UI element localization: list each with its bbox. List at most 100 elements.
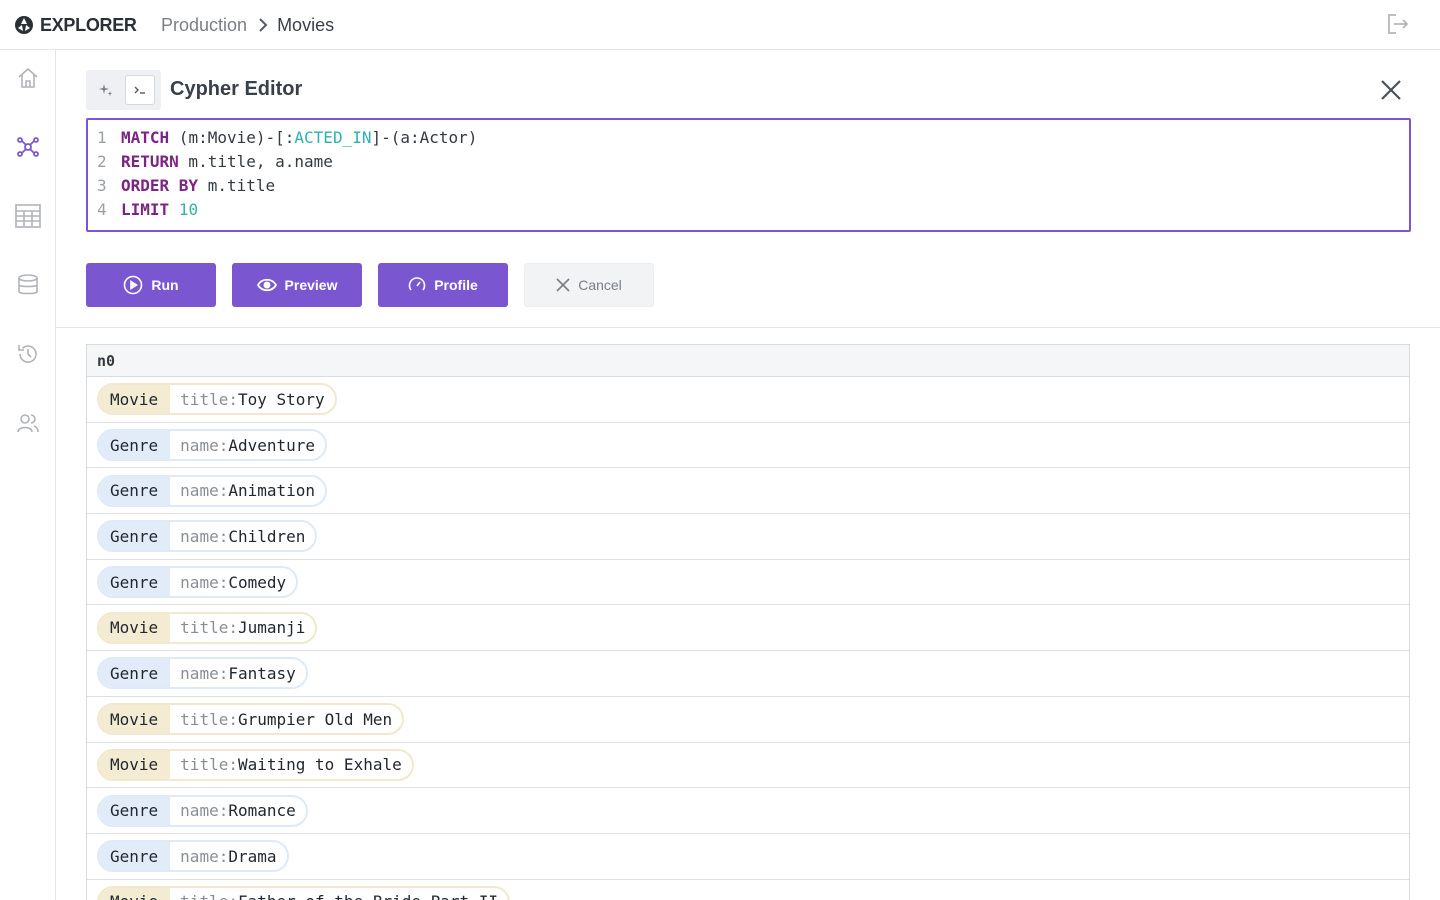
breadcrumb: Production Movies xyxy=(161,13,334,37)
chevron-right-icon xyxy=(258,17,268,33)
line-number: 2 xyxy=(97,152,107,171)
code-token-kw: MATCH xyxy=(121,128,170,147)
node-label: Genre xyxy=(99,568,171,597)
node-chip[interactable]: Genre name: Drama xyxy=(97,840,289,873)
code-token-plain: m.title xyxy=(198,176,276,195)
code-token-kw: ORDER BY xyxy=(121,176,199,195)
cancel-button[interactable]: Cancel xyxy=(524,263,654,307)
profile-button-label: Profile xyxy=(434,277,478,293)
node-property: title: Grumpier Old Men xyxy=(170,710,402,729)
sparkle-icon xyxy=(99,84,113,96)
eye-icon xyxy=(256,278,277,292)
code-token-num: 10 xyxy=(178,200,199,219)
node-chip[interactable]: Genre name: Fantasy xyxy=(97,657,308,690)
cypher-code-editor[interactable]: 1 MATCH (m:Movie)-[: ACTED_IN]-(a:Actor) 2 R… xyxy=(86,118,1411,232)
table-row[interactable]: Movietitle:Father of the Bride Part II xyxy=(87,880,1409,900)
cancel-button-label: Cancel xyxy=(578,277,622,293)
run-button[interactable]: Run xyxy=(86,263,216,307)
cypher-mode-button[interactable] xyxy=(125,75,155,105)
code-token-plain: (m:Movie)-[: xyxy=(169,128,295,147)
node-property: name: Comedy xyxy=(170,573,296,592)
code-line[interactable]: 4 LIMIT 10 xyxy=(88,198,1409,222)
node-label: Movie xyxy=(99,613,171,642)
node-chip[interactable]: Genre name: Romance xyxy=(97,794,308,827)
home-icon[interactable] xyxy=(14,64,42,92)
property-key: title: xyxy=(180,709,238,729)
node-chip[interactable]: Movie title: Grumpier Old Men xyxy=(97,703,405,736)
graph-icon[interactable] xyxy=(14,133,42,161)
property-value: Grumpier Old Men xyxy=(237,709,393,729)
node-label: Genre xyxy=(99,659,171,688)
logout-icon[interactable] xyxy=(1385,11,1411,37)
code-token-plain: ]-(a:Actor) xyxy=(371,128,478,147)
code-line[interactable]: 3 ORDER BY m.title xyxy=(88,174,1409,198)
property-value: Waiting to Exhale xyxy=(237,755,402,775)
code-line[interactable]: 1 MATCH (m:Movie)-[: ACTED_IN]-(a:Actor) xyxy=(88,126,1409,150)
property-key: name: xyxy=(180,526,229,546)
node-property: name: Romance xyxy=(170,801,306,820)
results-rows: Movie title: Toy Story Genre name: Adventure G… xyxy=(87,377,1409,900)
node-chip[interactable]: Genre name: Children xyxy=(97,520,318,553)
node-chip[interactable]: Movie title: Toy Story xyxy=(97,383,337,416)
top-bar: EXPLORER Production Movies xyxy=(0,0,1440,50)
node-chip[interactable]: Genre name: Comedy xyxy=(97,566,299,599)
property-value: Children xyxy=(228,526,306,546)
property-key: name: xyxy=(180,435,229,455)
node-label: Movie xyxy=(99,887,171,900)
results-column-header: n0 xyxy=(87,345,1409,377)
table-row[interactable]: Genre name: Fantasy xyxy=(87,651,1409,697)
line-number: 3 xyxy=(97,176,107,195)
code-token-typ: ACTED_IN xyxy=(294,128,372,147)
node-chip[interactable]: Movie title: Waiting to Exhale xyxy=(97,748,414,781)
property-key: title: xyxy=(180,755,238,775)
results-table: n0 Movie title: Toy Story Genre name: Adventu… xyxy=(86,344,1410,900)
table-row[interactable]: Genre name: Comedy xyxy=(87,560,1409,606)
node-label: Genre xyxy=(99,476,171,505)
node-chip[interactable]: Genre name: Adventure xyxy=(97,429,328,462)
property-key: title: xyxy=(180,389,238,409)
node-property: name: Fantasy xyxy=(170,664,306,683)
close-icon[interactable] xyxy=(1378,77,1404,103)
ai-mode-button[interactable] xyxy=(91,75,121,105)
table-row[interactable]: Genre name: Animation xyxy=(87,468,1409,515)
node-chip[interactable]: Movietitle:Father of the Bride Part II xyxy=(97,885,511,900)
node-property: title:Father of the Bride Part II xyxy=(170,892,508,900)
database-icon[interactable] xyxy=(14,271,42,299)
run-button-label: Run xyxy=(151,277,179,293)
table-row[interactable]: Movie title: Grumpier Old Men xyxy=(87,697,1409,743)
code-token-kw: RETURN xyxy=(121,152,179,171)
table-row[interactable]: Movie title: Jumanji xyxy=(87,605,1409,652)
app-logo[interactable]: EXPLORER xyxy=(14,13,137,37)
property-key: name: xyxy=(180,663,229,683)
line-number: 1 xyxy=(97,128,107,147)
preview-button[interactable]: Preview xyxy=(232,263,362,307)
node-chip[interactable]: Movie title: Jumanji xyxy=(97,611,318,644)
code-token-kw: LIMIT xyxy=(121,200,170,219)
cypher-editor-panel: Cypher Editor 1 MATCH (m:Movie)-[: ACTED_I… xyxy=(56,50,1440,328)
table-row[interactable]: Genre name: Adventure xyxy=(87,423,1409,469)
code-line[interactable]: 2 RETURN m.title, a.name xyxy=(88,150,1409,174)
property-value: Comedy xyxy=(228,572,287,592)
table-row[interactable]: Movie title: Toy Story xyxy=(87,377,1409,423)
node-property: title: Waiting to Exhale xyxy=(170,755,412,774)
table-row[interactable]: Genre name: Children xyxy=(87,514,1409,560)
node-label: Movie xyxy=(99,750,171,779)
table-row[interactable]: Movie title: Waiting to Exhale xyxy=(87,743,1409,789)
sidebar xyxy=(0,50,56,900)
table-row[interactable]: Genre name: Drama xyxy=(87,834,1409,880)
breadcrumb-current: Movies xyxy=(277,14,335,35)
table-icon[interactable] xyxy=(14,202,42,230)
node-property: title: Jumanji xyxy=(170,618,315,637)
table-row[interactable]: Genre name: Romance xyxy=(87,788,1409,834)
history-icon[interactable] xyxy=(14,340,42,368)
node-chip[interactable]: Genre name: Animation xyxy=(97,474,328,507)
gauge-icon xyxy=(408,277,426,291)
property-key: title: xyxy=(180,618,238,638)
node-label: Genre xyxy=(99,796,171,825)
breadcrumb-parent[interactable]: Production xyxy=(161,15,247,36)
close-small-icon xyxy=(556,278,570,292)
property-key: title: xyxy=(180,892,238,900)
users-icon[interactable] xyxy=(14,409,42,437)
profile-button[interactable]: Profile xyxy=(378,263,508,307)
property-value: Jumanji xyxy=(237,618,306,638)
